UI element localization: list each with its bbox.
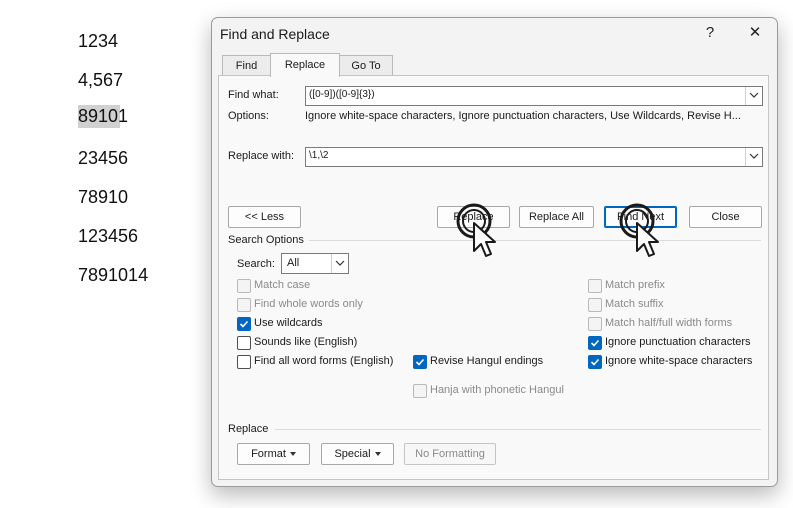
section-divider [275,429,761,430]
match-width-checkbox[interactable] [588,317,602,331]
help-button[interactable]: ? [697,22,723,44]
match-case-label: Match case [254,279,311,291]
less-button[interactable]: << Less [228,206,301,228]
document-line: 7891014 [78,265,149,285]
find-what-value: ([0-9])([0-9]{3}) [309,89,375,100]
tab-find[interactable]: Find [222,55,271,76]
close-button[interactable]: Close [689,206,762,228]
match-prefix-label: Match prefix [605,279,665,291]
document-line: 23456 [78,148,129,168]
whole-words-label: Find whole words only [254,298,363,310]
use-wildcards-checkbox[interactable] [237,317,251,331]
document-line: 4,567 [78,70,124,90]
tab-go-to[interactable]: Go To [339,55,393,76]
no-formatting-button[interactable]: No Formatting [404,443,496,465]
options-label: Options: [228,110,269,122]
word-forms-checkbox[interactable] [237,355,251,369]
find-what-combobox[interactable]: ([0-9])([0-9]{3}) [305,86,763,106]
document-line: 1234 [78,31,119,51]
whole-words-checkbox[interactable] [237,298,251,312]
search-direction-value: All [287,257,300,269]
special-button-label: Special [334,448,371,460]
sounds-like-label: Sounds like (English) [254,336,358,348]
match-suffix-label: Match suffix [605,298,664,310]
chevron-down-icon[interactable] [745,87,762,105]
click-pointer-icon [456,203,496,257]
tab-find-label: Find [235,60,258,72]
replace-with-combobox[interactable]: \1,\2 [305,147,763,167]
document-line-selected: 89101 [78,105,129,128]
find-what-label: Find what: [228,89,279,101]
match-width-label: Match half/full width forms [605,317,733,329]
tab-replace[interactable]: Replace [270,53,340,77]
format-button[interactable]: Format [237,443,310,465]
revise-hangul-label: Revise Hangul endings [430,355,544,367]
ignore-punctuation-checkbox[interactable] [588,336,602,350]
dialog-title: Find and Replace [220,26,330,42]
search-direction-label: Search: [237,258,275,270]
document-line: 78910 [78,187,129,207]
tab-go-to-label: Go To [351,60,381,72]
sounds-like-checkbox[interactable] [237,336,251,350]
replace-tab-pane: Find what: ([0-9])([0-9]{3}) Options: Ig… [218,75,769,480]
caret-down-icon [289,452,296,457]
caret-down-icon [374,452,381,457]
chevron-down-icon[interactable] [745,148,762,166]
replace-with-label: Replace with: [228,150,295,162]
ignore-whitespace-checkbox[interactable] [588,355,602,369]
hanja-phonetic-checkbox[interactable] [413,384,427,398]
use-wildcards-label: Use wildcards [254,317,323,329]
replace-with-value: \1,\2 [309,150,329,161]
search-direction-select[interactable]: All [281,253,349,274]
options-summary: Ignore white-space characters, Ignore pu… [305,110,741,122]
replace-section-title: Replace [228,423,269,435]
match-prefix-checkbox[interactable] [588,279,602,293]
special-button[interactable]: Special [321,443,394,465]
format-button-label: Format [251,448,286,460]
ignore-punctuation-label: Ignore punctuation characters [605,336,751,348]
tab-replace-label: Replace [284,59,326,71]
hanja-phonetic-label: Hanja with phonetic Hangul [430,384,564,396]
section-divider [309,240,761,241]
ignore-whitespace-label: Ignore white-space characters [605,355,753,367]
match-suffix-checkbox[interactable] [588,298,602,312]
replace-all-button[interactable]: Replace All [519,206,594,228]
close-icon[interactable]: ✕ [742,22,768,44]
chevron-down-icon[interactable] [331,254,348,273]
search-options-title: Search Options [228,234,304,246]
click-pointer-icon [619,203,659,257]
document-line: 123456 [78,226,139,246]
word-forms-label: Find all word forms (English) [254,355,394,367]
match-case-checkbox[interactable] [237,279,251,293]
revise-hangul-checkbox[interactable] [413,355,427,369]
